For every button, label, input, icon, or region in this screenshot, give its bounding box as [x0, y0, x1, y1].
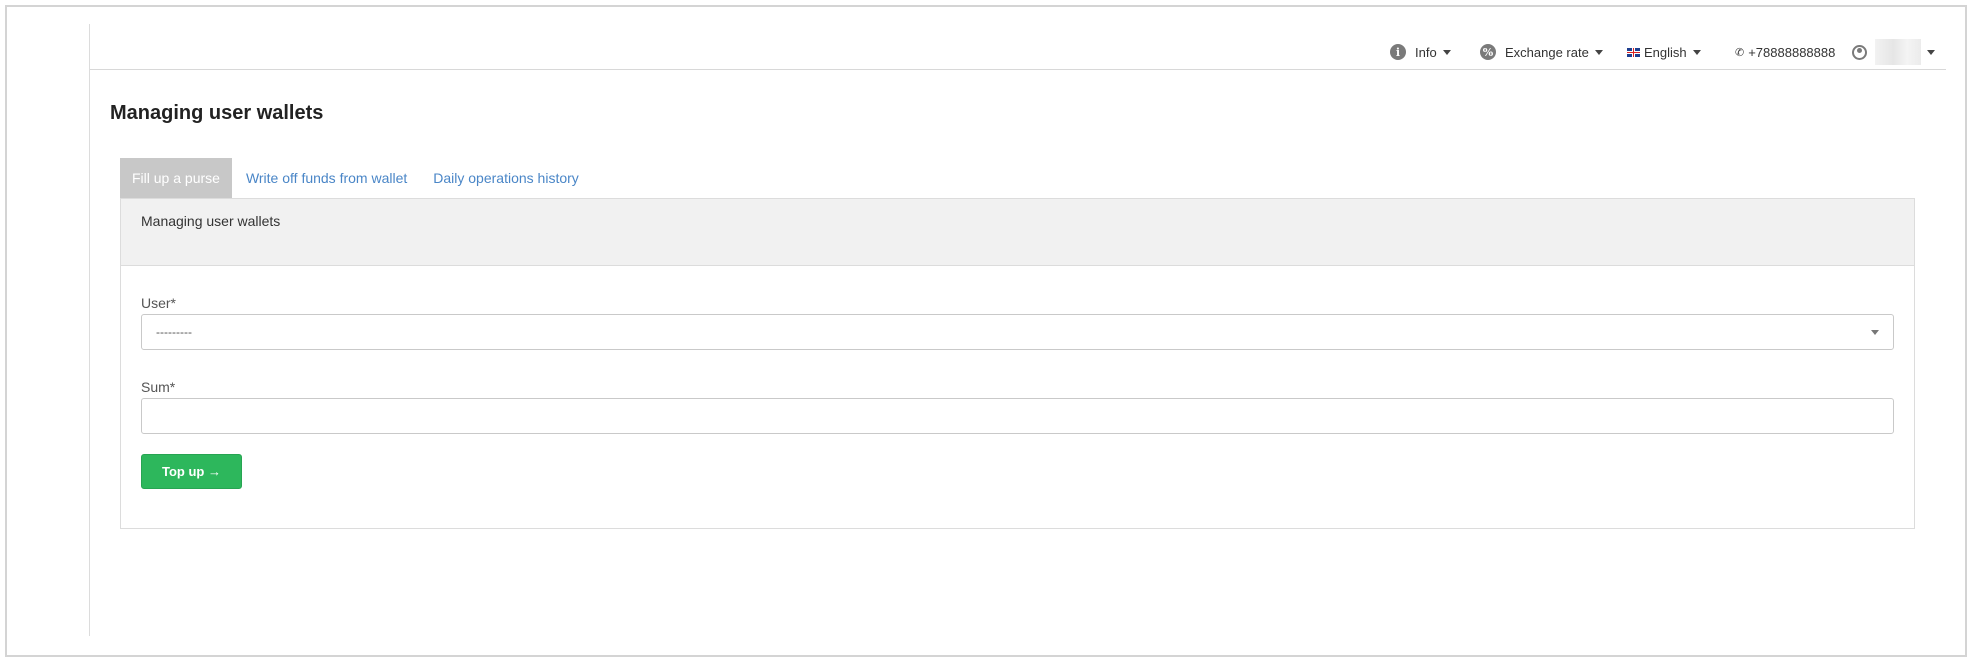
top-navbar: i Info % Exchange rate English ✆ +788888… [90, 30, 1946, 70]
user-select-value: --------- [156, 325, 192, 339]
phone-number: +78888888888 [1748, 44, 1836, 60]
uk-flag-icon [1627, 47, 1640, 57]
info-menu[interactable]: i Info [1390, 42, 1451, 62]
info-menu-label: Info [1415, 44, 1437, 60]
chevron-down-icon [1442, 49, 1451, 55]
tab-daily-operations-history[interactable]: Daily operations history [421, 158, 591, 198]
phone-icon: ✆ [1735, 46, 1745, 59]
sidebar-divider [89, 24, 90, 636]
exchange-rate-menu[interactable]: % Exchange rate [1480, 42, 1603, 62]
card-header: Managing user wallets [121, 199, 1914, 266]
chevron-down-icon [1871, 330, 1879, 335]
page-title: Managing user wallets [110, 102, 324, 124]
chevron-down-icon [1594, 49, 1603, 55]
wallet-tabs: Fill up a purse Write off funds from wal… [120, 158, 591, 198]
user-select[interactable]: --------- [141, 314, 1894, 350]
percent-icon: % [1480, 44, 1496, 60]
sum-input[interactable] [141, 398, 1894, 434]
user-circle-icon [1852, 44, 1867, 60]
user-menu[interactable] [1852, 39, 1935, 65]
wallet-form-card: Managing user wallets User* --------- Su… [120, 198, 1915, 529]
top-up-button[interactable]: Top up → [141, 454, 242, 489]
chevron-down-icon [1692, 49, 1701, 55]
user-name-redacted [1875, 39, 1921, 65]
tab-write-off-funds[interactable]: Write off funds from wallet [234, 158, 419, 198]
language-label: English [1644, 44, 1687, 60]
language-menu[interactable]: English [1627, 42, 1701, 62]
phone-contact[interactable]: ✆ +78888888888 [1735, 42, 1835, 62]
tab-fill-up-purse[interactable]: Fill up a purse [120, 158, 232, 198]
user-field-label: User* [141, 295, 177, 311]
exchange-rate-label: Exchange rate [1505, 44, 1589, 60]
chevron-down-icon [1927, 49, 1935, 55]
info-icon: i [1390, 44, 1406, 60]
sum-field-label: Sum* [141, 379, 176, 395]
